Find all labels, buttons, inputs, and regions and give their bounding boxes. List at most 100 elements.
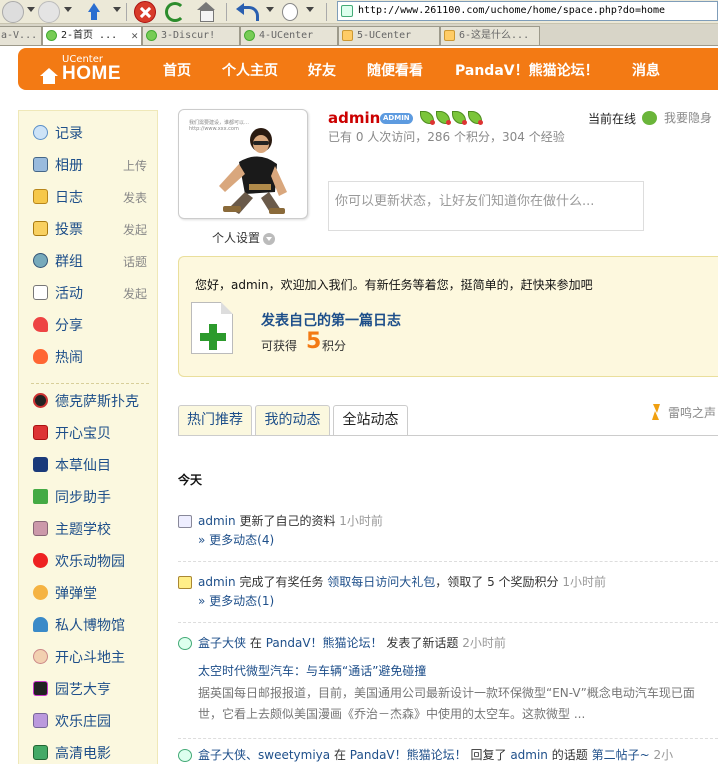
feed-text: 更新了自己的资料 xyxy=(239,514,336,528)
feed-user-link[interactable]: 盒子大侠、sweetymiya xyxy=(198,748,330,762)
edit-icon[interactable] xyxy=(282,3,298,21)
undo-icon[interactable] xyxy=(236,3,259,21)
task-title-link[interactable]: 发表自己的第一篇日志 xyxy=(261,310,401,330)
sidebar-item-share[interactable]: 分享 xyxy=(33,314,151,336)
refresh-icon[interactable] xyxy=(165,2,185,22)
tab-hot[interactable]: 热门推荐 xyxy=(178,405,252,435)
tab-close-icon[interactable]: ✕ xyxy=(131,27,138,44)
go-invisible-link[interactable]: 我要隐身 xyxy=(664,109,712,126)
feed-forum-link[interactable]: PandaV！熊猫论坛！ xyxy=(350,748,467,762)
feed-text: 完成了有奖任务 xyxy=(239,575,324,589)
feed-user-link[interactable]: admin xyxy=(198,514,236,528)
sidebar-app-baby[interactable]: 开心宝贝 xyxy=(33,422,151,444)
sidebar-app-cards[interactable]: 开心斗地主 xyxy=(33,646,151,668)
sidebar-item-label: 欢乐庄园 xyxy=(55,714,111,730)
sidebar-item-label: 分享 xyxy=(55,318,83,334)
sidebar-app-poker[interactable]: 德克萨斯扑克 xyxy=(33,390,151,412)
up-dropdown-icon[interactable] xyxy=(113,7,121,12)
feed-user-link[interactable]: admin xyxy=(198,575,236,589)
browser-tab[interactable]: a-V... xyxy=(0,26,42,45)
feed-user-link[interactable]: 盒子大侠 xyxy=(198,636,246,650)
sidebar-item-blog[interactable]: 日志 发表 xyxy=(33,186,151,208)
username[interactable]: admin xyxy=(328,109,380,127)
sidebar-app-museum[interactable]: 私人博物馆 xyxy=(33,614,151,636)
sidebar-item-label: 日志 xyxy=(55,190,83,206)
feed-text: ，领取了 5 个奖励积分 xyxy=(435,575,559,589)
event-icon xyxy=(33,285,48,300)
browser-tab[interactable]: 5-UCenter xyxy=(338,26,440,45)
nav-home[interactable]: 首页 xyxy=(163,60,191,80)
feed-task-link[interactable]: 领取每日访问大礼包 xyxy=(327,575,435,589)
feed-topic-link[interactable]: 第二帖子~ xyxy=(592,748,650,762)
sidebar-app-garden[interactable]: 园艺大亨 xyxy=(33,678,151,700)
sidebar-action-start[interactable]: 发起 xyxy=(123,285,147,302)
back-button[interactable] xyxy=(2,1,24,23)
feed-time: 1小时前 xyxy=(562,575,607,589)
sidebar-item-label: 热闹 xyxy=(55,350,83,366)
sidebar-item-label: 德克萨斯扑克 xyxy=(55,394,139,410)
tab-all-feed[interactable]: 全站动态 xyxy=(333,405,408,436)
sidebar-item-poll[interactable]: 投票 发起 xyxy=(33,218,151,240)
sidebar-action-start[interactable]: 发起 xyxy=(123,221,147,238)
undo-dropdown-icon[interactable] xyxy=(266,7,274,12)
browser-tab[interactable]: 4-UCenter xyxy=(240,26,338,45)
avatar[interactable]: 我们需要建设，谁都可以…http://www.xxx.com xyxy=(178,109,308,219)
level-leaf-icon xyxy=(420,111,435,125)
today-heading: 今天 xyxy=(178,473,203,487)
browser-tab-active[interactable]: 2-首页 ... ✕ xyxy=(42,26,142,45)
more-activity-link[interactable]: » 更多动态(4) xyxy=(198,531,274,548)
sidebar-item-album[interactable]: 相册 上传 xyxy=(33,154,151,176)
sync-icon xyxy=(33,489,48,504)
more-activity-link[interactable]: » 更多动态(1) xyxy=(198,592,274,609)
sidebar-action-upload[interactable]: 上传 xyxy=(123,157,147,174)
forward-button[interactable] xyxy=(38,1,60,23)
thunder-voice-link[interactable]: 雷鸣之声 xyxy=(668,404,716,421)
poll-icon xyxy=(33,221,48,236)
sidebar-action-post[interactable]: 发表 xyxy=(123,189,147,206)
feed-user-link[interactable]: admin xyxy=(510,748,548,762)
topic-title-link[interactable]: 太空时代微型汽车：与车辆“通话”避免碰撞 xyxy=(198,662,426,679)
feed-forum-link[interactable]: PandaV！熊猫论坛！ xyxy=(266,636,383,650)
sidebar-app-farm[interactable]: 欢乐庄园 xyxy=(33,710,151,732)
sidebar-app-herb[interactable]: 本草仙目 xyxy=(33,454,151,476)
feed-separator xyxy=(178,622,718,623)
browser-tab[interactable]: 6-这是什么... xyxy=(440,26,540,45)
feed-separator xyxy=(178,738,718,739)
sidebar-item-hot[interactable]: 热闹 xyxy=(33,346,151,368)
sidebar-app-zoo[interactable]: 欢乐动物园 xyxy=(33,550,151,572)
sidebar-item-record[interactable]: 记录 xyxy=(33,122,151,144)
browser-tab[interactable]: 3-Discur! xyxy=(142,26,240,45)
feed-time: 2小 xyxy=(653,748,674,762)
stop-icon[interactable] xyxy=(134,1,156,23)
nav-browse[interactable]: 随便看看 xyxy=(367,60,423,80)
sidebar-action-topic[interactable]: 话题 xyxy=(123,253,147,270)
sidebar-app-school[interactable]: 主题学校 xyxy=(33,518,151,540)
topic-excerpt: 据英国每日邮报报道，目前，美国通用公司最新设计一款环保微型“EN-V”概念电动汽… xyxy=(198,686,695,721)
nav-forum[interactable]: PandaV！熊猫论坛！ xyxy=(455,60,599,80)
movie-icon xyxy=(33,745,48,760)
settings-label: 个人设置 xyxy=(212,231,261,245)
address-text: http://www.261100.com/uchome/home/space.… xyxy=(358,5,666,16)
nav-friends[interactable]: 好友 xyxy=(308,60,336,80)
address-bar[interactable]: http://www.261100.com/uchome/home/space.… xyxy=(337,1,718,21)
profile-settings-link[interactable]: 个人设置 xyxy=(212,229,276,246)
nav-messages[interactable]: 消息 xyxy=(632,60,660,80)
sidebar-app-ddt[interactable]: 弹弹堂 xyxy=(33,582,151,604)
back-dropdown-icon[interactable] xyxy=(27,7,35,12)
tab-favicon-icon xyxy=(244,30,255,41)
tab-my-feed[interactable]: 我的动态 xyxy=(255,405,330,435)
sidebar-app-sync[interactable]: 同步助手 xyxy=(33,486,151,508)
level-leaf-icon xyxy=(452,111,467,125)
sidebar-item-event[interactable]: 活动 发起 xyxy=(33,282,151,304)
task-reward-value: 5 xyxy=(306,329,322,354)
forward-dropdown-icon[interactable] xyxy=(64,7,72,12)
status-input[interactable]: 你可以更新状态，让好友们知道你在做什么... xyxy=(328,181,644,231)
home-icon[interactable] xyxy=(196,2,216,22)
sidebar-app-movie[interactable]: 高清电影 xyxy=(33,742,151,764)
tab-underline xyxy=(178,435,718,436)
up-icon[interactable] xyxy=(84,2,104,22)
sidebar-item-group[interactable]: 群组 话题 xyxy=(33,250,151,272)
nav-my-space[interactable]: 个人主页 xyxy=(222,60,278,80)
feed-text: 的话题 xyxy=(551,748,588,762)
edit-dropdown-icon[interactable] xyxy=(306,7,314,12)
